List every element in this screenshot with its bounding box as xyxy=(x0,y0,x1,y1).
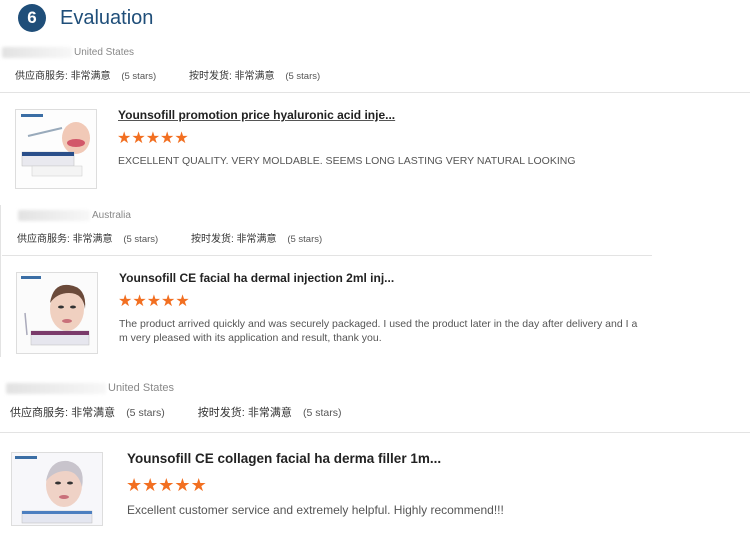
star-icon: ★ xyxy=(174,475,191,495)
product-title-link[interactable]: Younsofill promotion price hyaluronic ac… xyxy=(118,108,395,122)
section-title: Evaluation xyxy=(60,6,154,29)
supplier-service-label: 供应商服务: xyxy=(15,71,68,82)
on-time-delivery-label: 按时发货: xyxy=(197,407,245,419)
star-icon: ★ xyxy=(175,293,190,310)
review-ratings: 供应商服务: 非常满意 (5 stars) 按时发货: 非常满意 (5 star… xyxy=(15,67,320,82)
supplier-service-stars: (5 stars) xyxy=(123,234,159,245)
country-label: United States xyxy=(108,382,175,394)
divider xyxy=(2,255,652,256)
country-label: United States xyxy=(74,47,135,59)
review-ratings: 供应商服务: 非常满意 (5 stars) 按时发货: 非常满意 (5 star… xyxy=(17,230,322,245)
reviewer-name-blurred xyxy=(2,47,72,58)
reviewer-name-blurred xyxy=(18,210,90,221)
reviewer-name-blurred xyxy=(6,382,106,394)
star-icon: ★ xyxy=(145,130,161,147)
product-image[interactable] xyxy=(16,272,98,354)
divider xyxy=(0,92,750,93)
divider xyxy=(0,205,1,357)
on-time-delivery-stars: (5 stars) xyxy=(287,234,323,245)
section-header: 6 Evaluation xyxy=(18,2,153,34)
star-icon: ★ xyxy=(132,293,147,310)
review-ratings: 供应商服务: 非常满意 (5 stars) 按时发货: 非常满意 (5 star… xyxy=(10,404,341,420)
star-rating: ★ ★ ★ ★ ★ xyxy=(118,294,190,310)
star-icon: ★ xyxy=(174,130,189,147)
star-icon: ★ xyxy=(126,475,143,495)
product-image[interactable] xyxy=(11,452,103,526)
supplier-service-label: 供应商服务: xyxy=(17,234,70,245)
review-comment: Excellent customer service and extremely… xyxy=(127,503,504,517)
star-icon: ★ xyxy=(160,130,175,147)
on-time-delivery-label: 按时发货: xyxy=(188,71,232,82)
on-time-delivery-label: 按时发货: xyxy=(190,234,234,245)
reviewer-country: Australia xyxy=(18,210,131,221)
supplier-service-stars: (5 stars) xyxy=(121,71,157,82)
star-rating: ★ ★ ★ ★ ★ xyxy=(117,131,189,147)
on-time-delivery-value: 非常满意 xyxy=(236,234,277,245)
star-icon: ★ xyxy=(118,293,133,310)
supplier-service-label: 供应商服务: xyxy=(10,407,69,419)
star-icon: ★ xyxy=(131,130,146,147)
star-icon: ★ xyxy=(190,475,207,495)
step-number-badge: 6 xyxy=(18,4,46,32)
product-title-link[interactable]: Younsofill CE collagen facial ha derma f… xyxy=(127,451,441,466)
star-icon: ★ xyxy=(161,293,176,310)
divider xyxy=(0,432,750,433)
on-time-delivery-stars: (5 stars) xyxy=(302,407,342,419)
star-icon: ★ xyxy=(158,475,175,495)
star-rating: ★ ★ ★ ★ ★ xyxy=(126,476,207,494)
reviewer-country: United States xyxy=(6,382,174,394)
on-time-delivery-value: 非常满意 xyxy=(234,71,275,82)
on-time-delivery-value: 非常满意 xyxy=(247,407,292,419)
supplier-service-value: 非常满意 xyxy=(72,234,113,245)
product-image[interactable] xyxy=(15,109,97,189)
supplier-service-stars: (5 stars) xyxy=(126,407,165,419)
star-icon: ★ xyxy=(146,293,162,310)
product-title-link[interactable]: Younsofill CE facial ha dermal injection… xyxy=(119,271,394,285)
star-icon: ★ xyxy=(142,475,159,495)
supplier-service-value: 非常满意 xyxy=(70,71,111,82)
review-comment: EXCELLENT QUALITY. VERY MOLDABLE. SEEMS … xyxy=(118,155,576,167)
supplier-service-value: 非常满意 xyxy=(71,407,116,419)
country-label: Australia xyxy=(92,210,131,222)
reviewer-country: United States xyxy=(2,47,134,58)
star-icon: ★ xyxy=(117,130,132,147)
review-comment: The product arrived quickly and was secu… xyxy=(119,318,638,344)
on-time-delivery-stars: (5 stars) xyxy=(285,71,321,82)
